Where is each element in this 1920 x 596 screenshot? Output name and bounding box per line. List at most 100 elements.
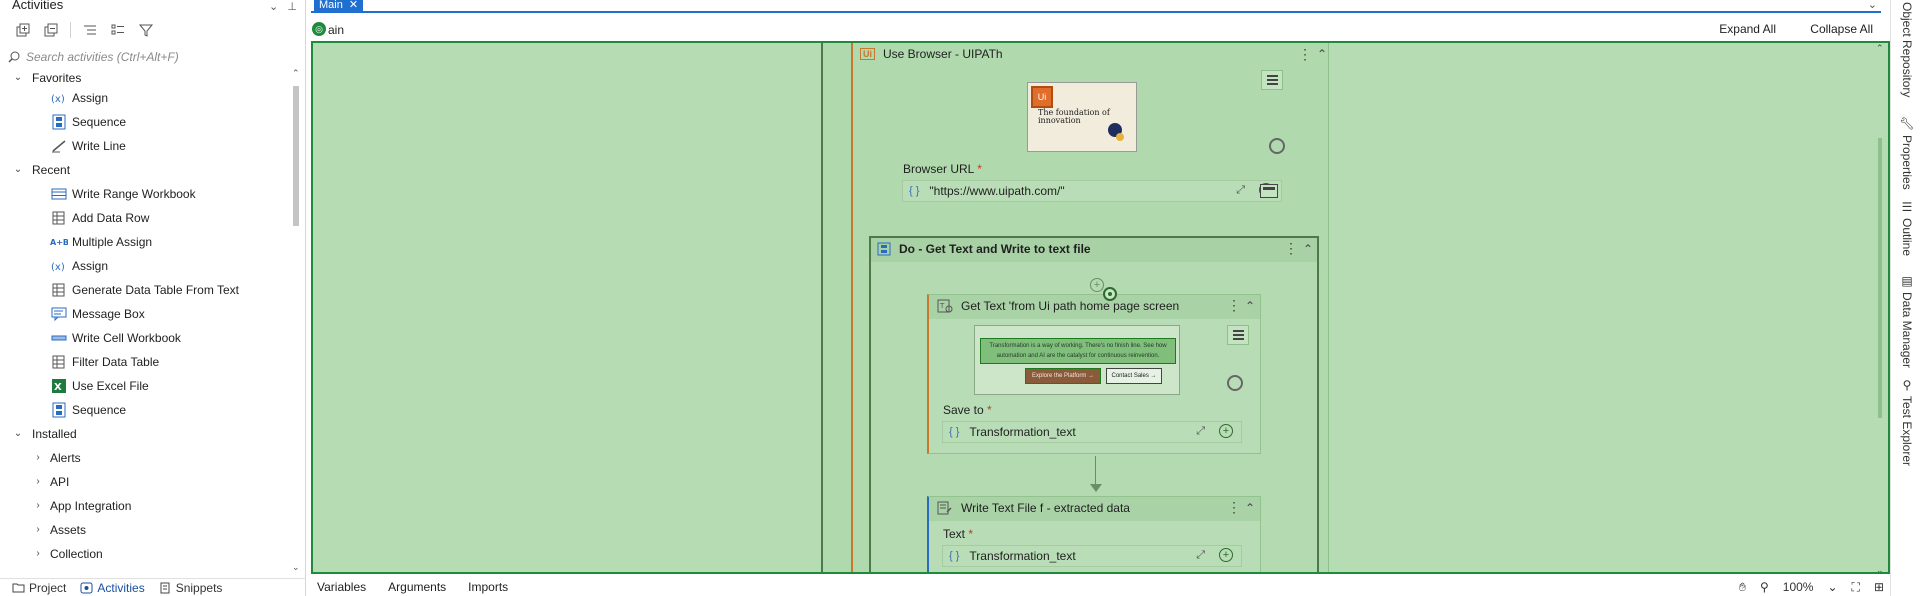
activity-item-assign[interactable]: (x) Assign <box>50 88 108 108</box>
overview-icon[interactable]: ⊞ <box>1874 580 1884 594</box>
chevron-right-icon[interactable]: › <box>32 544 44 564</box>
scroll-down-icon[interactable]: ⌄ <box>292 562 300 573</box>
activity-item-sequence[interactable]: Sequence <box>50 400 126 420</box>
chevron-down-icon[interactable]: ⌄ <box>12 160 24 180</box>
category-alerts[interactable]: › Alerts <box>32 448 80 468</box>
activity-item-sequence[interactable]: Sequence <box>50 112 126 132</box>
expand-editor-icon[interactable]: ⤢ <box>1196 549 1205 562</box>
zoom-level[interactable]: 100% <box>1783 580 1814 594</box>
plus-icon[interactable]: + <box>1219 548 1233 562</box>
tab-activities[interactable]: Activities <box>80 581 145 595</box>
tab-properties[interactable]: 🔧︎ Properties <box>1900 116 1914 190</box>
activity-item-add-data-row[interactable]: Add Data Row <box>50 208 149 228</box>
filter-icon[interactable] <box>137 21 155 39</box>
write-text-file-activity[interactable]: Write Text File f - extracted data ⋮ ⌃ T… <box>927 496 1261 572</box>
category-recent[interactable]: ⌄ Recent <box>12 160 70 180</box>
collapse-icon[interactable]: ⌃ <box>1303 242 1313 256</box>
activities-scrollbar[interactable]: ⌃ ⌄ <box>291 68 301 573</box>
chevron-down-icon[interactable]: ⌄ <box>12 68 24 88</box>
designer-canvas[interactable]: Ui Use Browser - UIPATh ⋮ ⌃ Ui The found… <box>311 41 1890 574</box>
datatable-icon <box>50 282 68 298</box>
target-icon[interactable] <box>1269 138 1285 154</box>
zoom-search-icon[interactable]: ⚲ <box>1760 580 1769 594</box>
chevron-down-icon[interactable]: ⌄ <box>1868 0 1877 11</box>
sequence-icon <box>50 402 68 418</box>
chevron-right-icon[interactable]: › <box>32 472 44 492</box>
activity-item-multiple-assign[interactable]: A+B Multiple Assign <box>50 232 152 252</box>
chevron-right-icon[interactable]: › <box>32 520 44 540</box>
close-icon[interactable]: ✕ <box>349 0 358 12</box>
scrollbar-thumb[interactable] <box>293 86 299 226</box>
more-options-icon[interactable]: ⋮ <box>1298 46 1312 63</box>
tab-variables[interactable]: Variables <box>317 580 366 594</box>
sequence-container[interactable]: Do - Get Text and Write to text file ⋮ ⌃… <box>869 236 1319 572</box>
category-assets[interactable]: › Assets <box>32 520 86 540</box>
collapse-icon[interactable]: ⌃ <box>1245 299 1255 313</box>
fit-to-screen-icon[interactable]: ⛶ <box>1852 580 1860 595</box>
svg-text:X: X <box>54 382 62 393</box>
tab-outline[interactable]: ☰ Outline <box>1900 200 1914 256</box>
tab-main[interactable]: Main ✕ <box>314 0 364 12</box>
tab-test-explorer[interactable]: ⚲ Test Explorer <box>1900 378 1914 466</box>
svg-text:A+B: A+B <box>50 238 68 247</box>
scroll-up-icon[interactable]: ⌃ <box>292 68 300 79</box>
tab-object-repository[interactable]: Object Repository <box>1900 2 1914 97</box>
chevron-right-icon[interactable]: › <box>32 448 44 468</box>
category-collection[interactable]: › Collection <box>32 544 102 564</box>
options-menu-button[interactable] <box>1227 325 1249 345</box>
connector-target-icon[interactable] <box>1103 287 1117 301</box>
more-options-icon[interactable]: ⋮ <box>1227 297 1241 314</box>
add-activity-icon[interactable]: + <box>1090 278 1104 292</box>
text-field[interactable]: { } Transformation_text ⤢ + <box>942 545 1242 567</box>
tab-snippets[interactable]: Snippets <box>159 581 222 595</box>
tab-arguments[interactable]: Arguments <box>388 580 446 594</box>
expand-editor-icon[interactable]: ⤢ <box>1236 184 1245 197</box>
list-view-icon[interactable] <box>109 21 127 39</box>
chevron-down-icon[interactable]: ⌄ <box>269 1 278 13</box>
category-api[interactable]: › API <box>32 472 69 492</box>
tab-imports[interactable]: Imports <box>468 580 508 594</box>
target-icon[interactable] <box>1227 375 1243 391</box>
chevron-right-icon[interactable]: › <box>32 496 44 516</box>
save-to-field[interactable]: { } Transformation_text ⤢ + <box>942 421 1242 443</box>
expand-all-icon[interactable] <box>14 21 32 39</box>
sort-icon[interactable] <box>81 21 99 39</box>
browser-url-field[interactable]: { } "https://www.uipath.com/" ⤢ + <box>902 180 1282 202</box>
chevron-down-icon[interactable]: ⌄ <box>12 424 24 444</box>
breadcrumb-item[interactable]: ain <box>328 23 344 37</box>
activity-item-message-box[interactable]: Message Box <box>50 304 145 324</box>
chevron-down-icon[interactable]: ⌄ <box>1827 580 1837 594</box>
scroll-up-icon[interactable]: ⌃ <box>1876 43 1884 54</box>
category-app-integration[interactable]: › App Integration <box>32 496 131 516</box>
more-options-icon[interactable]: ⋮ <box>1227 499 1241 516</box>
browser-window-icon[interactable] <box>1260 184 1278 198</box>
pin-icon[interactable]: ⊥ <box>287 1 297 13</box>
use-browser-header[interactable]: Ui Use Browser - UIPATh <box>860 47 1003 61</box>
activity-item-generate-data-table[interactable]: Generate Data Table From Text <box>50 280 239 300</box>
get-text-activity[interactable]: T Get Text 'from Ui path home page scree… <box>927 287 1261 454</box>
collapse-all-icon[interactable] <box>42 21 60 39</box>
collapse-icon[interactable]: ⌃ <box>1245 501 1255 515</box>
category-installed[interactable]: ⌄ Installed <box>12 424 77 444</box>
more-options-icon[interactable]: ⋮ <box>1284 240 1298 257</box>
scrollbar-thumb[interactable] <box>1878 138 1882 418</box>
scroll-down-icon[interactable]: ⌄ <box>1876 565 1884 572</box>
collapse-icon[interactable]: ⌃ <box>1317 47 1327 61</box>
activity-item-write-line[interactable]: Write Line <box>50 136 126 156</box>
expand-editor-icon[interactable]: ⤢ <box>1196 425 1205 438</box>
tab-project[interactable]: Project <box>12 581 66 595</box>
hand-pan-icon[interactable]: ✋︎ <box>1739 580 1746 595</box>
activity-item-filter-data-table[interactable]: Filter Data Table <box>50 352 159 372</box>
search-activities-input[interactable]: Search activities (Ctrl+Alt+F) <box>8 48 298 66</box>
canvas-scrollbar[interactable]: ⌃ ⌄ <box>1874 43 1888 572</box>
activity-item-use-excel-file[interactable]: X Use Excel File <box>50 376 149 396</box>
options-menu-button[interactable] <box>1261 70 1283 90</box>
activity-item-write-range-workbook[interactable]: Write Range Workbook <box>50 184 196 204</box>
tab-data-manager[interactable]: ▤ Data Manager <box>1900 274 1914 368</box>
category-favorites[interactable]: ⌄ Favorites <box>12 68 82 88</box>
activity-item-assign[interactable]: (x) Assign <box>50 256 108 276</box>
collapse-all-button[interactable]: Collapse All <box>1810 22 1873 36</box>
plus-icon[interactable]: + <box>1219 424 1233 438</box>
activity-item-write-cell-workbook[interactable]: Write Cell Workbook <box>50 328 181 348</box>
expand-all-button[interactable]: Expand All <box>1719 22 1776 36</box>
